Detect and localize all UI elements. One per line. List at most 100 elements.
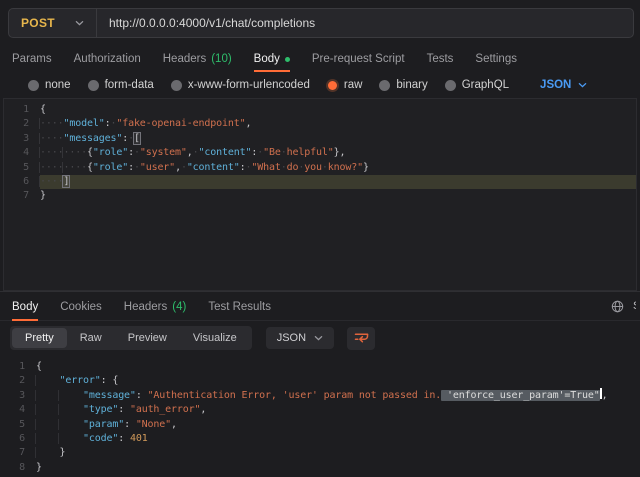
url-input[interactable]: http://0.0.0.0:4000/v1/chat/completions [97, 9, 633, 37]
status-text-clipped: S [633, 300, 636, 312]
code-token: helpful" [287, 147, 334, 158]
tab-label: Settings [475, 53, 517, 65]
code-token: ···· [39, 147, 63, 158]
response-tab-body[interactable]: Body [12, 292, 38, 321]
tab-settings[interactable]: Settings [475, 46, 517, 72]
code-line: 7 } [0, 446, 640, 460]
view-raw[interactable]: Raw [67, 328, 115, 348]
code-token: ···· [62, 162, 86, 173]
code-token: "role" [93, 147, 128, 158]
code-text: } [36, 461, 640, 475]
code-text: "error": { [36, 374, 640, 388]
code-line: 4 "type": "auth_error", [0, 403, 640, 417]
radio-label: x-www-form-urlencoded [188, 79, 310, 91]
raw-format-selector[interactable]: JSON [540, 79, 587, 91]
code-token: , [245, 118, 251, 129]
code-token: { [36, 361, 42, 372]
request-body-editor[interactable]: 1{2····"model":·"fake-openai-endpoint",3… [3, 98, 637, 291]
tab-label: Params [12, 53, 52, 65]
body-type-binary[interactable]: binary [379, 79, 427, 91]
tab-headers[interactable]: Headers(10) [163, 46, 232, 72]
code-text: ········{"role":·"user",·"content":·"Wha… [40, 161, 636, 175]
body-type-form-data[interactable]: form-data [88, 79, 154, 91]
line-number: 1 [4, 103, 40, 117]
globe-icon[interactable] [611, 300, 624, 313]
tab-count-badge: (4) [172, 301, 186, 313]
line-number: 2 [0, 374, 36, 388]
code-token: you [304, 162, 322, 173]
body-type-row: none form-data x-www-form-urlencoded raw bin… [0, 72, 640, 98]
code-token: ···· [39, 118, 63, 129]
method-selector[interactable]: POST [9, 9, 97, 37]
response-view-switch: PrettyRawPreviewVisualize [10, 326, 252, 350]
code-token: { [40, 104, 46, 115]
code-token: do [287, 162, 299, 173]
tab-pre-request-script[interactable]: Pre-request Script [312, 46, 405, 72]
line-number: 1 [0, 360, 36, 374]
code-text: "type": "auth_error", [36, 403, 640, 417]
code-token: know?" [328, 162, 363, 173]
body-type-none[interactable]: none [28, 79, 71, 91]
line-number: 5 [4, 161, 40, 175]
code-token: , [171, 419, 177, 430]
code-text: ····"messages":·[ [40, 132, 636, 146]
code-token [35, 390, 59, 401]
code-text: { [36, 360, 640, 374]
code-token: "messages" [63, 133, 122, 144]
response-tab-test-results[interactable]: Test Results [208, 292, 271, 321]
line-number: 2 [4, 117, 40, 131]
line-number: 6 [4, 175, 40, 189]
code-token [35, 404, 59, 415]
tab-body[interactable]: Body [254, 46, 290, 72]
tab-params[interactable]: Params [12, 46, 52, 72]
code-line: 2····"model":·"fake-openai-endpoint", [4, 117, 636, 131]
code-text: ········{"role":·"system",·"content":·"B… [40, 146, 636, 160]
body-type-raw[interactable]: raw [327, 79, 363, 91]
radio-label: raw [344, 79, 363, 91]
body-type-x-www-form-urlencoded[interactable]: x-www-form-urlencoded [171, 79, 310, 91]
wrap-text-button[interactable] [347, 327, 375, 350]
view-pretty[interactable]: Pretty [12, 328, 67, 348]
code-line: 4········{"role":·"system",·"content":·"… [4, 146, 636, 160]
response-tab-headers[interactable]: Headers(4) [124, 292, 187, 321]
radio-icon [28, 80, 39, 91]
radio-label: none [45, 79, 71, 91]
raw-format-label: JSON [540, 79, 571, 91]
request-tabs: Params Authorization Headers(10) Body Pre-re… [0, 46, 640, 72]
chevron-down-icon [578, 82, 587, 88]
radio-icon [379, 80, 390, 91]
chevron-down-icon [75, 20, 84, 26]
code-token: ···· [39, 162, 63, 173]
code-token: : [136, 390, 148, 401]
code-token [35, 447, 59, 458]
radio-selected-icon [328, 81, 337, 90]
response-format-selector[interactable]: JSON [266, 327, 334, 349]
code-token: "auth_error" [130, 404, 200, 415]
code-text: } [40, 189, 636, 203]
code-token [35, 419, 59, 430]
code-token: : [124, 419, 136, 430]
code-token: , [200, 404, 206, 415]
view-visualize[interactable]: Visualize [180, 328, 250, 348]
green-dot-icon [285, 57, 290, 62]
tab-label: Cookies [60, 301, 102, 313]
tab-label: Pre-request Script [312, 53, 405, 65]
code-token: , [602, 390, 608, 401]
code-token: } [59, 447, 65, 458]
line-number: 3 [4, 132, 40, 146]
view-preview[interactable]: Preview [115, 328, 180, 348]
code-token [35, 375, 59, 386]
code-token: "code" [83, 433, 118, 444]
code-token: "system" [140, 147, 187, 158]
code-token: "param" [83, 419, 124, 430]
response-body-editor[interactable]: 1{2 "error": {3 "message": "Authenticati… [0, 355, 640, 475]
response-tab-cookies[interactable]: Cookies [60, 292, 102, 321]
tab-tests[interactable]: Tests [427, 46, 454, 72]
code-token: : [118, 433, 130, 444]
code-text: "message": "Authentication Error, 'user'… [36, 389, 640, 403]
code-token [58, 390, 82, 401]
body-type-graphql[interactable]: GraphQL [445, 79, 509, 91]
code-text: { [40, 103, 636, 117]
tab-authorization[interactable]: Authorization [74, 46, 141, 72]
code-token: "error" [59, 375, 100, 386]
